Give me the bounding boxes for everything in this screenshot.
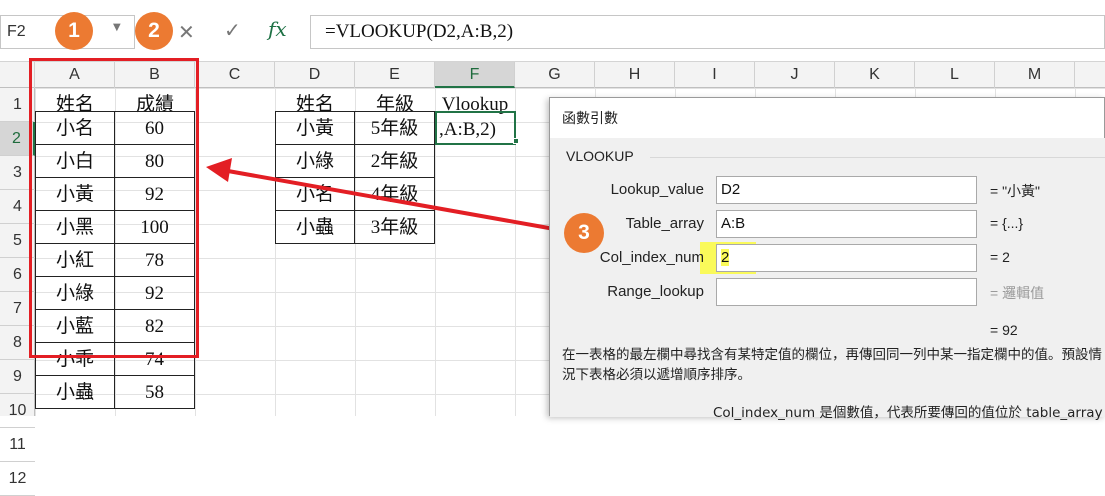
col-index-num-input[interactable]: 2 ⬆	[716, 244, 977, 272]
dialog-title: 函數引數	[562, 111, 618, 127]
table-array-input[interactable]: A:B ⬆	[716, 210, 977, 238]
formula-result: = 92	[990, 322, 1018, 338]
parameter-description: Col_index_num 是個數值，代表所要傳回的值位於 table_arra…	[713, 405, 1103, 421]
col-index-num-text: 2	[721, 249, 730, 266]
lookup-value-input[interactable]: D2 ⬆	[716, 176, 977, 204]
step-2-badge: 2	[135, 12, 173, 50]
table-array-text: A:B	[721, 215, 746, 232]
lookup-value-text: D2	[721, 181, 741, 198]
function-name-label: VLOOKUP	[566, 148, 634, 164]
range-lookup-input[interactable]: ⬆	[716, 278, 977, 306]
range-lookup-label: Range_lookup	[607, 283, 704, 300]
step-1-badge: 1	[55, 12, 93, 50]
row-header-11[interactable]: 11	[0, 428, 35, 462]
step-3-badge: 3	[564, 213, 604, 253]
col-index-num-result: = 2	[990, 249, 1010, 265]
lookup-value-label: Lookup_value	[610, 181, 704, 198]
function-description: 在一表格的最左欄中尋找含有某特定值的欄位，再傳回同一列中某一指定欄中的值。預設情…	[562, 347, 1102, 383]
table-array-result: = {...}	[990, 215, 1024, 231]
range-lookup-result: = 邏輯值	[990, 285, 1045, 301]
lookup-value-result: = "小黃"	[990, 183, 1041, 199]
row-header-12[interactable]: 12	[0, 462, 35, 496]
group-divider	[650, 157, 1105, 158]
function-arguments-dialog: 函數引數 VLOOKUP Lookup_value D2 ⬆ = "小黃" Ta…	[549, 97, 1105, 421]
